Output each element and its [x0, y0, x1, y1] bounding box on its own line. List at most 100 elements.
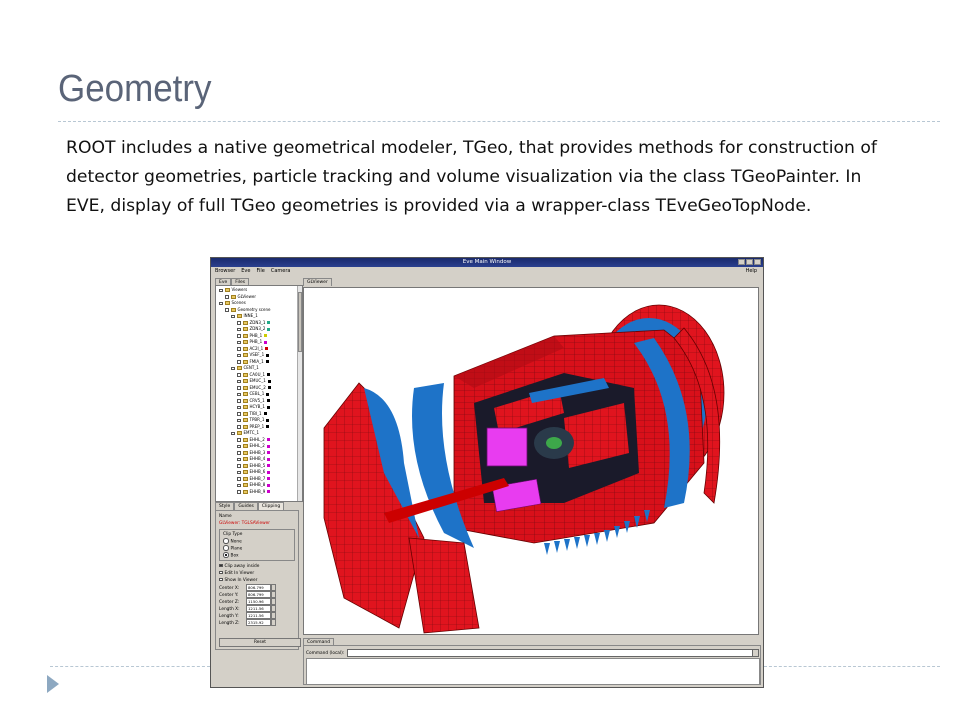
clip-checkbox[interactable] [219, 563, 223, 567]
color-swatch[interactable] [266, 405, 270, 409]
color-swatch[interactable] [264, 334, 268, 338]
color-swatch[interactable] [267, 327, 271, 331]
tree-checkbox[interactable] [231, 366, 235, 370]
tree-checkbox[interactable] [219, 288, 223, 292]
clip-field-input[interactable]: 2315.92 [246, 619, 271, 626]
tree-checkbox[interactable] [237, 379, 241, 383]
tree-checkbox[interactable] [219, 301, 223, 305]
reset-button[interactable]: Reset [219, 638, 301, 647]
clip-option-none[interactable]: None [223, 538, 291, 545]
radio-box[interactable] [223, 552, 229, 558]
tree-checkbox[interactable] [237, 347, 241, 351]
tree-checkbox[interactable] [237, 386, 241, 390]
tree-checkbox[interactable] [237, 412, 241, 416]
clip-field-input[interactable]: 1211.56 [246, 605, 271, 612]
tree-checkbox[interactable] [237, 399, 241, 403]
spin-arrows-icon[interactable] [271, 591, 276, 598]
color-swatch[interactable] [267, 457, 271, 461]
close-icon[interactable] [754, 259, 761, 265]
tree-scrollbar[interactable] [297, 286, 302, 501]
tree-checkbox[interactable] [237, 477, 241, 481]
tree-checkbox[interactable] [237, 392, 241, 396]
clip-check-row[interactable]: Clip away inside [219, 563, 295, 570]
color-swatch[interactable] [267, 477, 271, 481]
tree-checkbox[interactable] [237, 438, 241, 442]
color-swatch[interactable] [266, 399, 270, 403]
color-swatch[interactable] [267, 470, 271, 474]
color-swatch[interactable] [267, 373, 271, 377]
spin-arrows-icon[interactable] [271, 598, 276, 605]
tree-checkbox[interactable] [237, 483, 241, 487]
clip-checkbox[interactable] [219, 577, 223, 581]
command-input[interactable] [347, 649, 760, 657]
tree-checkbox[interactable] [237, 457, 241, 461]
spin-arrows-icon[interactable] [271, 612, 276, 619]
color-swatch[interactable] [265, 347, 269, 351]
clipping-editor: Name GLViewer: TGLSAViewer Clip Type Non… [215, 510, 299, 650]
tree-checkbox[interactable] [231, 314, 235, 318]
radio-plane[interactable] [223, 545, 229, 551]
color-swatch[interactable] [267, 379, 271, 383]
tree-checkbox[interactable] [237, 405, 241, 409]
clip-field-input[interactable]: 1150.96 [246, 598, 271, 605]
color-swatch[interactable] [267, 464, 271, 468]
color-swatch[interactable] [267, 490, 271, 494]
tree-checkbox[interactable] [237, 353, 241, 357]
tree-checkbox[interactable] [237, 425, 241, 429]
tree-checkbox[interactable] [237, 321, 241, 325]
clip-field-input[interactable]: 806.799 [246, 584, 271, 591]
tab-style[interactable]: Style [215, 502, 235, 510]
tree-checkbox[interactable] [225, 295, 229, 299]
clip-check-row[interactable]: Edit In Viewer [219, 570, 295, 577]
menu-camera[interactable]: Camera [271, 267, 291, 276]
tree-checkbox[interactable] [237, 334, 241, 338]
color-swatch[interactable] [266, 392, 270, 396]
tree-checkbox[interactable] [231, 431, 235, 435]
color-swatch[interactable] [267, 386, 271, 390]
color-swatch[interactable] [266, 418, 270, 422]
color-swatch[interactable] [267, 321, 271, 325]
tab-clipping[interactable]: Clipping [257, 502, 285, 510]
tree-checkbox[interactable] [225, 308, 229, 312]
color-swatch[interactable] [266, 353, 270, 357]
tree-checkbox[interactable] [237, 470, 241, 474]
tree-checkbox[interactable] [237, 327, 241, 331]
spin-arrows-icon[interactable] [271, 584, 276, 591]
menu-eve[interactable]: Eve [241, 267, 250, 276]
color-swatch[interactable] [265, 360, 269, 364]
tree-item[interactable]: EHHB_9 [217, 489, 299, 496]
menu-help[interactable]: Help [746, 267, 757, 276]
tree-checkbox[interactable] [237, 418, 241, 422]
spin-arrows-icon[interactable] [271, 619, 276, 626]
clip-checkbox[interactable] [219, 570, 223, 574]
tree-checkbox[interactable] [237, 373, 241, 377]
clip-check-row[interactable]: Show In Viewer [219, 577, 295, 584]
color-swatch[interactable] [267, 451, 271, 455]
radio-none[interactable] [223, 538, 229, 544]
tree-checkbox[interactable] [237, 464, 241, 468]
tree-checkbox[interactable] [237, 444, 241, 448]
minimize-icon[interactable] [738, 259, 745, 265]
color-swatch[interactable] [264, 340, 268, 344]
tree-checkbox[interactable] [237, 490, 241, 494]
clip-option-plane[interactable]: Plane [223, 545, 291, 552]
color-swatch[interactable] [266, 425, 270, 429]
clip-field-input[interactable]: 806.799 [246, 591, 271, 598]
tab-glviewer[interactable]: GLViewer [303, 278, 332, 286]
gl-viewport[interactable] [303, 287, 759, 635]
maximize-icon[interactable] [746, 259, 753, 265]
tree-checkbox[interactable] [237, 360, 241, 364]
clip-option-box[interactable]: Box [223, 552, 291, 559]
tab-guides[interactable]: Guides [234, 502, 258, 510]
color-swatch[interactable] [266, 444, 270, 448]
spin-arrows-icon[interactable] [271, 605, 276, 612]
clip-field-input[interactable]: 1211.56 [246, 612, 271, 619]
tree-checkbox[interactable] [237, 451, 241, 455]
color-swatch[interactable] [266, 438, 270, 442]
color-swatch[interactable] [267, 483, 271, 487]
tree-scrollbar-thumb[interactable] [298, 292, 302, 352]
menu-browser[interactable]: Browser [215, 267, 235, 276]
menu-file[interactable]: File [256, 267, 264, 276]
color-swatch[interactable] [263, 412, 267, 416]
tree-checkbox[interactable] [237, 340, 241, 344]
